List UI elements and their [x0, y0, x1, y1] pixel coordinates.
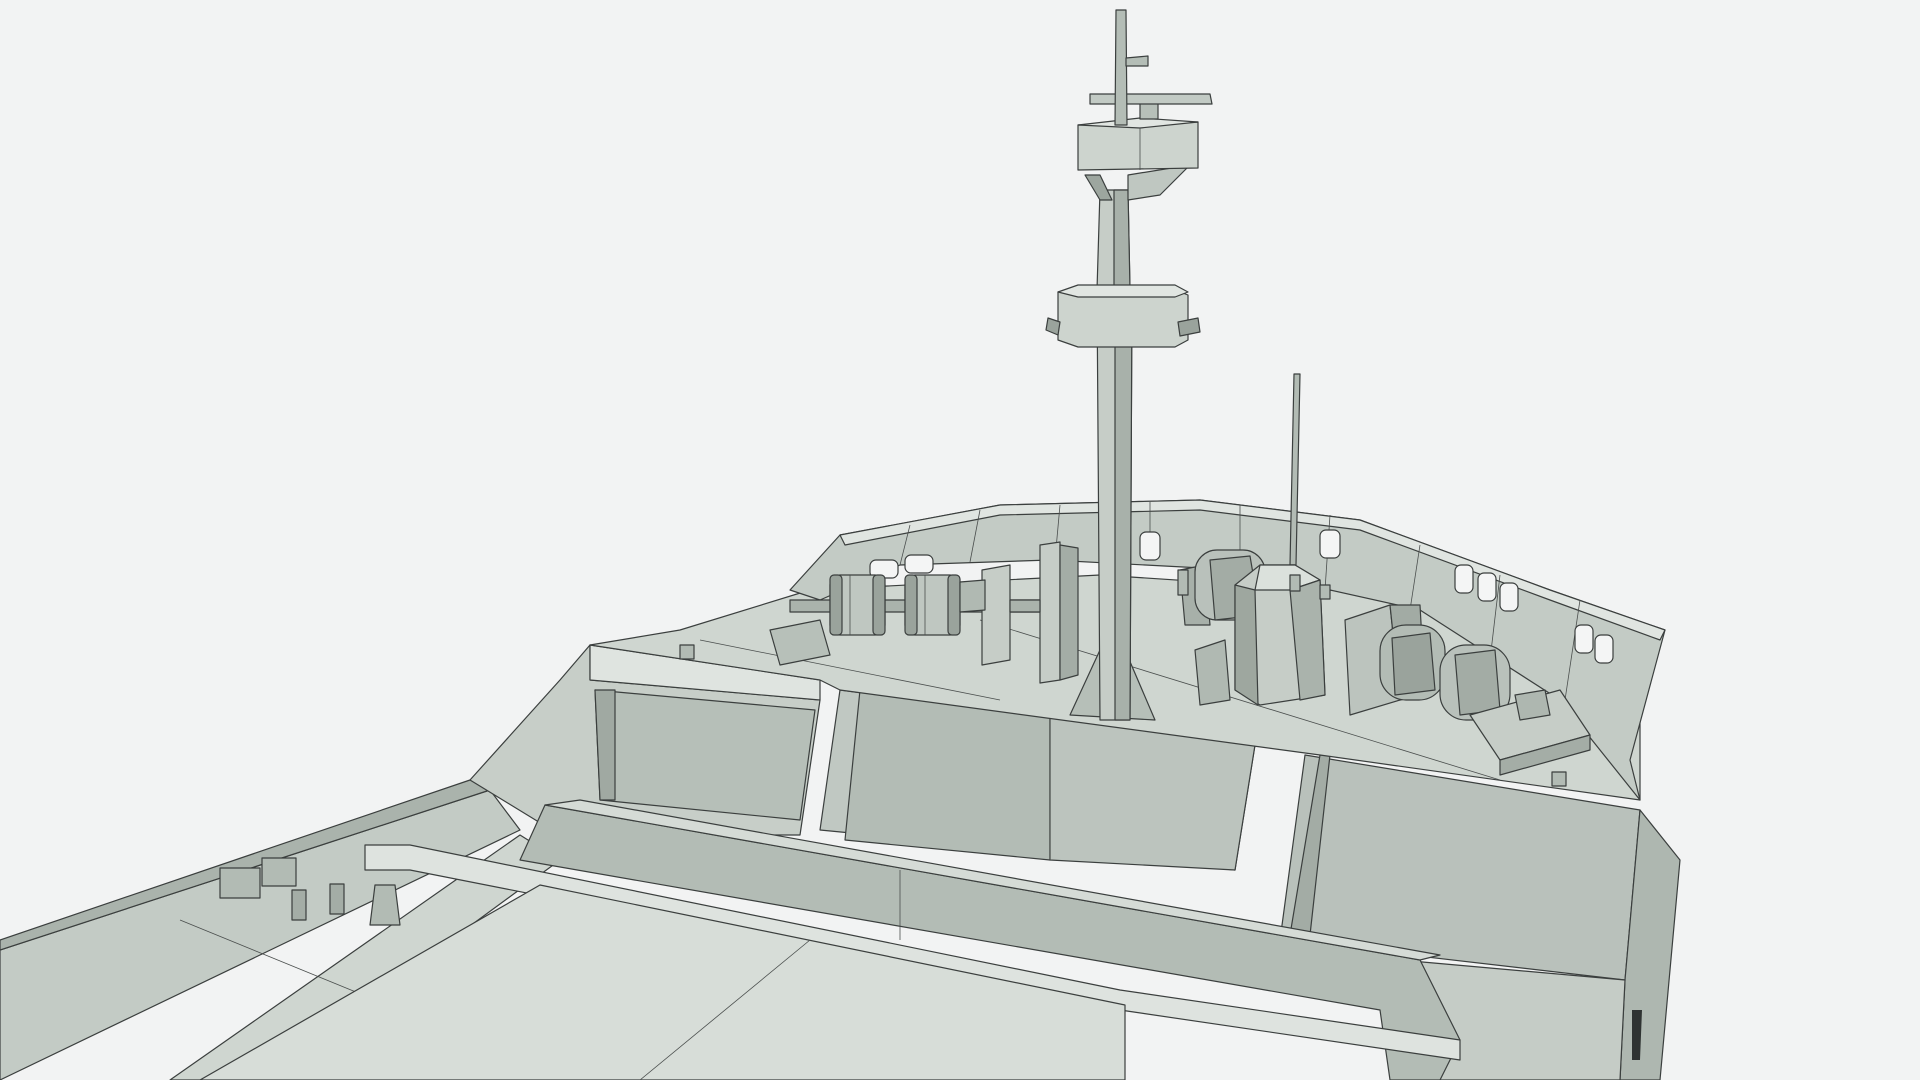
windlass-gypsy-2 [1379, 624, 1446, 701]
ship-bow-render [0, 9, 1681, 1080]
winch-drum-1 [829, 574, 886, 636]
winch-drum-2 [904, 574, 961, 636]
render-viewport [0, 0, 1920, 1080]
